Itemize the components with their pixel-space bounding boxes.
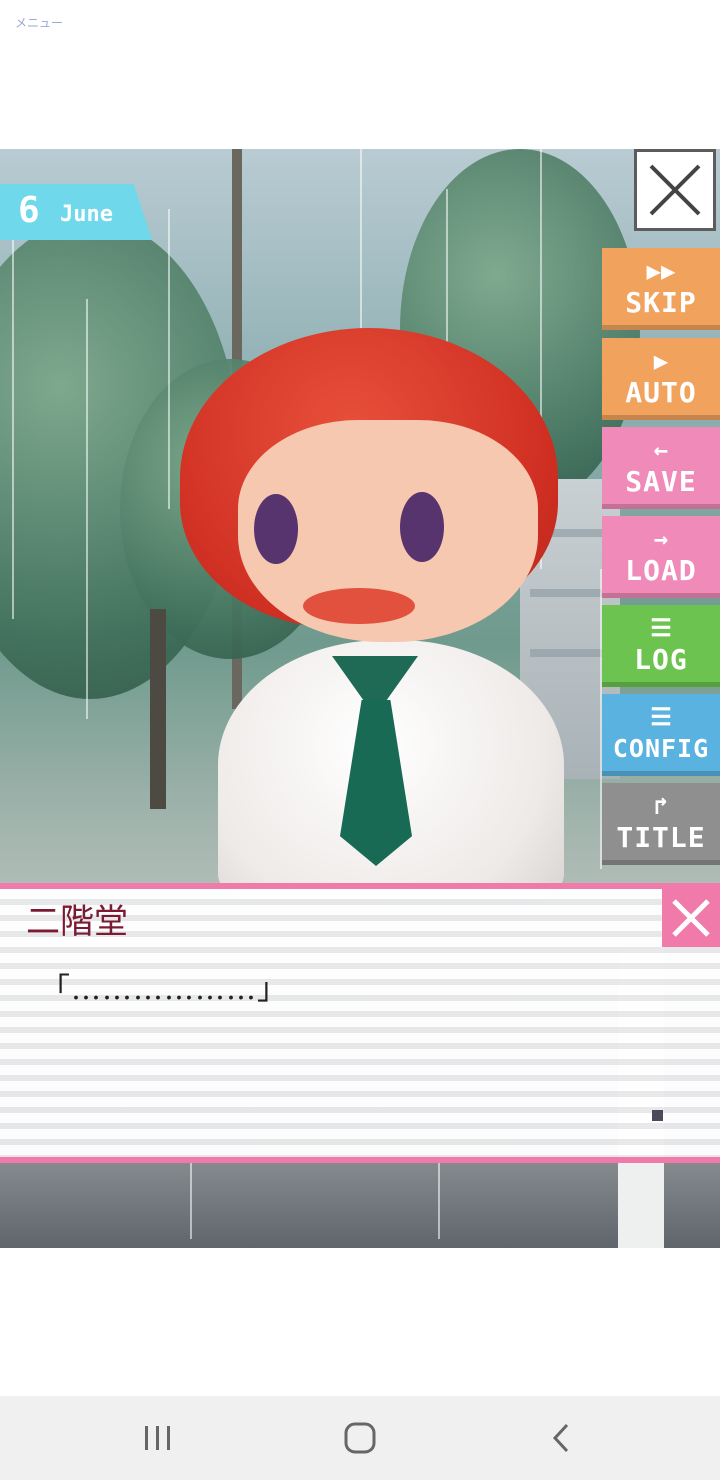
character-eye-right: [400, 492, 444, 562]
character-mouth: [303, 588, 415, 624]
load-label: LOAD: [625, 554, 697, 587]
title-button[interactable]: ↱ TITLE: [602, 783, 720, 865]
arrow-right-icon: →: [653, 525, 669, 553]
building-window: [530, 649, 610, 657]
dialog-text: 「………………」: [40, 972, 288, 1007]
rain-streak: [86, 299, 88, 719]
arrow-left-icon: ←: [653, 436, 669, 464]
recents-icon: [145, 1426, 170, 1450]
log-button[interactable]: ☰ LOG: [602, 605, 720, 687]
system-nav-bar: [0, 1396, 720, 1480]
rain-streak: [168, 209, 170, 509]
menu-link[interactable]: メニュー: [15, 14, 63, 31]
speaker-name: 二階堂: [26, 902, 128, 942]
close-button[interactable]: [634, 149, 716, 231]
play-icon: ▶: [653, 347, 669, 375]
recents-button[interactable]: [136, 1416, 180, 1460]
list-icon: ☰: [650, 703, 672, 731]
auto-label: AUTO: [625, 376, 697, 409]
close-icon: [649, 164, 701, 216]
back-icon: [552, 1423, 569, 1453]
close-icon: [672, 899, 710, 937]
auto-button[interactable]: ▶ AUTO: [602, 338, 720, 420]
back-button[interactable]: [540, 1416, 584, 1460]
log-label: LOG: [634, 643, 688, 676]
dialog-close-button[interactable]: [662, 889, 720, 947]
config-button[interactable]: ☰ CONFIG: [602, 694, 720, 776]
home-icon: [344, 1422, 376, 1454]
tree-trunk: [150, 609, 166, 809]
title-label: TITLE: [616, 821, 706, 854]
date-month: June: [60, 202, 113, 227]
log-lines-icon: ☰: [650, 614, 672, 642]
return-arrow-icon: ↱: [653, 792, 669, 820]
skip-button[interactable]: ▶▶ SKIP: [602, 248, 720, 330]
rain-streak: [190, 1159, 192, 1239]
load-button[interactable]: → LOAD: [602, 516, 720, 598]
date-day: 6: [18, 190, 40, 231]
save-button[interactable]: ← SAVE: [602, 427, 720, 509]
save-label: SAVE: [625, 465, 697, 498]
next-indicator: [652, 1110, 663, 1121]
rain-streak: [360, 149, 362, 329]
building-window: [530, 589, 610, 597]
rain-streak: [438, 1159, 440, 1239]
home-button[interactable]: [338, 1416, 382, 1460]
date-badge: 6 June: [0, 184, 152, 240]
config-label: CONFIG: [612, 734, 710, 763]
skip-label: SKIP: [625, 286, 697, 319]
fast-forward-icon: ▶▶: [646, 257, 676, 285]
rain-streak: [12, 239, 14, 619]
character-eye-left: [254, 494, 298, 564]
